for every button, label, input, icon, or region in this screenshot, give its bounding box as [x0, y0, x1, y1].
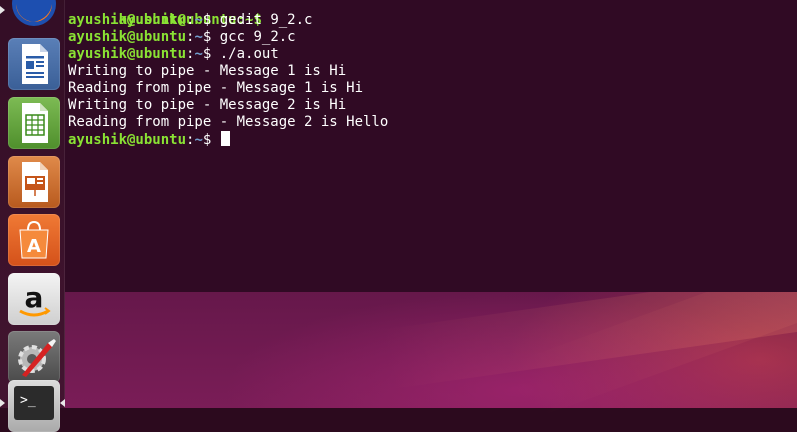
libreoffice-writer-icon — [22, 44, 48, 84]
launcher-item-impress[interactable] — [8, 156, 60, 208]
text-cursor — [220, 131, 230, 146]
terminal-output-line: Reading from pipe - Message 1 is Hi — [68, 80, 364, 96]
ubuntu-software-icon: A — [19, 220, 49, 259]
running-indicator — [0, 6, 5, 14]
terminal-command-line: ayushik@ubuntu:~$ gedit 9_2.c — [68, 12, 313, 28]
terminal-command-line: ayushik@ubuntu:~$ ./a.out — [68, 46, 279, 62]
svg-text:A: A — [27, 236, 41, 257]
amazon-icon: a — [19, 281, 51, 317]
terminal-output-line: Writing to pipe - Message 2 is Hi — [68, 97, 347, 113]
launcher-item-firefox[interactable] — [8, 0, 60, 30]
launcher-item-amazon[interactable]: a — [8, 273, 60, 325]
system-settings-icon — [18, 339, 56, 377]
launcher-item-software[interactable]: A — [8, 214, 60, 266]
terminal-line-partial: ayushik@ubuntu:~$ — [118, 12, 262, 28]
terminal-output-line: Reading from pipe - Message 2 is Hello — [68, 114, 389, 130]
launcher-item-writer[interactable] — [8, 38, 60, 90]
firefox-icon — [12, 0, 56, 26]
terminal-output-line: Writing to pipe - Message 1 is Hi — [68, 63, 347, 79]
launcher-item-terminal[interactable]: >_ — [8, 380, 60, 432]
terminal-command-line: ayushik@ubuntu:~$ gcc 9_2.c — [68, 29, 296, 45]
launcher-item-calc[interactable] — [8, 97, 60, 149]
terminal-input-line[interactable]: ayushik@ubuntu:~$ — [68, 131, 388, 148]
libreoffice-impress-icon — [22, 162, 48, 202]
terminal-icon: >_ — [14, 386, 54, 420]
terminal-output: ayushik@ubuntu:~$ ayushik@ubuntu:~$ gedi… — [68, 0, 388, 148]
unity-launcher: A a >_ — [0, 0, 65, 432]
running-indicator — [0, 399, 5, 407]
svg-text:a: a — [25, 281, 44, 314]
terminal-window[interactable]: ayushik@ubuntu:~$ ayushik@ubuntu:~$ gedi… — [65, 0, 797, 292]
active-indicator — [60, 399, 65, 407]
launcher-item-settings[interactable] — [8, 331, 60, 383]
svg-text:>_: >_ — [20, 393, 36, 408]
libreoffice-calc-icon — [22, 103, 48, 143]
